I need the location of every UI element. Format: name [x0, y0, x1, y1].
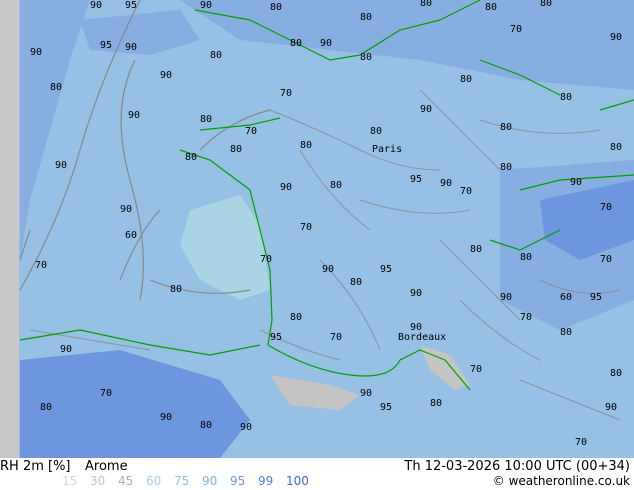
contour-label: 90	[360, 388, 372, 399]
legend-item: 30	[90, 474, 106, 488]
contour-label: 80	[470, 244, 482, 255]
contour-label: 90	[90, 0, 102, 11]
contour-label: 80	[420, 0, 432, 9]
contour-label: 80	[290, 312, 302, 323]
contour-label: 80	[610, 368, 622, 379]
legend-item: 95	[230, 474, 246, 488]
contour-label: 90	[440, 178, 452, 189]
contour-label: 80	[200, 114, 212, 125]
contour-label: 70	[510, 24, 522, 35]
contour-label: 80	[300, 140, 312, 151]
contour-label: 70	[260, 254, 272, 265]
weather-map-page: 90 95 90 90 95 90 90 80 90 80 80 80 90 80 80 80 70 80 80 70…	[0, 0, 634, 490]
contour-label: 70	[245, 126, 257, 137]
contour-label: 80	[360, 52, 372, 63]
contour-label: 70	[100, 388, 112, 399]
contour-label: 80	[50, 82, 62, 93]
contour-label: 80	[500, 162, 512, 173]
contour-label: 80	[370, 126, 382, 137]
contour-label: 90	[410, 288, 422, 299]
contour-label: 90	[60, 344, 72, 355]
contour-label: 90	[570, 177, 582, 188]
contour-label: 70	[35, 260, 47, 271]
contour-label: 90	[125, 42, 137, 53]
contour-label: 90	[240, 422, 252, 433]
humidity-map: 90 95 909095 90908090808080 908080807080 8070…	[0, 0, 634, 458]
contour-label: 95	[270, 332, 282, 343]
contour-label: 80	[520, 252, 532, 263]
contour-label: 95	[590, 292, 602, 303]
contour-label: 70	[280, 88, 292, 99]
contour-label: 80	[290, 38, 302, 49]
contour-label: 60	[125, 230, 137, 241]
contour-label: 90	[605, 402, 617, 413]
contour-label: 90	[160, 412, 172, 423]
city-label: Bordeaux	[398, 332, 446, 343]
contour-label: 90	[200, 0, 212, 11]
contour-label: 95	[410, 174, 422, 185]
contour-label: 70	[575, 437, 587, 448]
contour-label: 80	[200, 420, 212, 431]
legend-item: 99	[258, 474, 274, 488]
legend-item: 60	[146, 474, 162, 488]
contour-label: 80	[540, 0, 552, 9]
off-map-strip	[0, 0, 19, 458]
copyright-label: © weatheronline.co.uk	[492, 474, 630, 488]
model-label: Arome	[85, 459, 128, 474]
contour-label: 80	[230, 144, 242, 155]
contour-label: 90	[320, 38, 332, 49]
legend-item: 75	[174, 474, 190, 488]
contour-label: 80	[485, 2, 497, 13]
contour-label: 80	[330, 180, 342, 191]
contour-label: 80	[500, 122, 512, 133]
contour-label: 80	[560, 92, 572, 103]
contour-label: 80	[350, 277, 362, 288]
contour-label: 95	[125, 0, 137, 11]
contour-label: 90	[420, 104, 432, 115]
contour-label: 90	[322, 264, 334, 275]
contour-label: 80	[210, 50, 222, 61]
valid-time-label: Th 12-03-2026 10:00 UTC (00+34)	[404, 459, 630, 474]
contour-label: 80	[270, 2, 282, 13]
contour-label: 80	[460, 74, 472, 85]
contour-label: 80	[185, 152, 197, 163]
contour-label: 95	[100, 40, 112, 51]
contour-label: 70	[460, 186, 472, 197]
contour-label: 80	[170, 284, 182, 295]
legend-item: 45	[118, 474, 134, 488]
contour-label: 80	[40, 402, 52, 413]
contour-label: 95	[380, 402, 392, 413]
contour-label: 80	[360, 12, 372, 23]
contour-label: 80	[430, 398, 442, 409]
contour-label: 70	[600, 254, 612, 265]
legend-item: 15	[62, 474, 78, 488]
legend-item: 100	[286, 474, 309, 488]
contour-label: 80	[610, 142, 622, 153]
contour-label: 90	[55, 160, 67, 171]
contour-label: 70	[520, 312, 532, 323]
contour-label: 90	[280, 182, 292, 193]
legend-item: 90	[202, 474, 218, 488]
contour-label: 90	[160, 70, 172, 81]
contour-label: 90	[500, 292, 512, 303]
contour-label: 90	[120, 204, 132, 215]
contour-label: 70	[600, 202, 612, 213]
contour-label: 60	[560, 292, 572, 303]
contour-label: 70	[330, 332, 342, 343]
city-label: Paris	[372, 144, 402, 155]
contour-label: 90	[610, 32, 622, 43]
contour-label: 95	[380, 264, 392, 275]
contour-label: 80	[560, 327, 572, 338]
variable-label: RH 2m [%]	[0, 459, 71, 474]
map-footer: RH 2m [%] Arome Th 12-03-2026 10:00 UTC …	[0, 458, 634, 490]
contour-label: 70	[300, 222, 312, 233]
color-legend: 15 30 45 60 75 90 95 99 100	[62, 474, 314, 488]
contour-label: 90	[128, 110, 140, 121]
contour-label: 90	[30, 47, 42, 58]
contour-label: 70	[470, 364, 482, 375]
